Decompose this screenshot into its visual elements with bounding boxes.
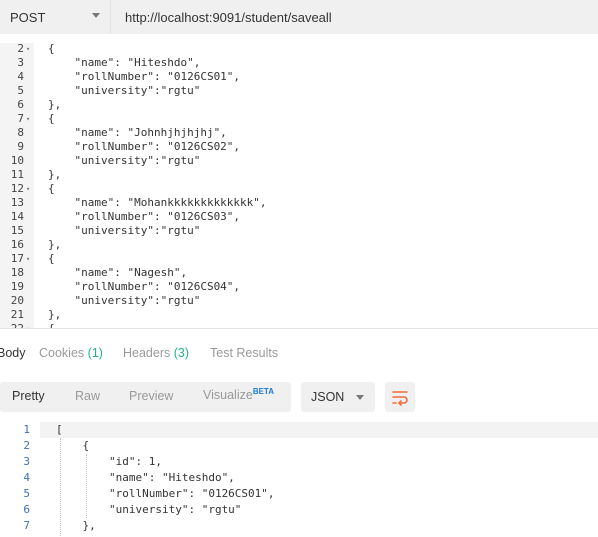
wrap-lines-icon bbox=[392, 391, 408, 406]
response-body[interactable]: 1 [2 {3 "id": 1, 4 "name": "Hiteshdo", 5 "r… bbox=[0, 420, 598, 537]
editor-line-number: 14 bbox=[10, 210, 24, 223]
editor-line-number: 12 bbox=[10, 182, 24, 195]
response-code-line: "rollNumber": "0126CS01", bbox=[56, 487, 275, 500]
response-line-number: 1 bbox=[23, 423, 30, 436]
editor-code-line: "rollNumber": "0126CS02", bbox=[48, 140, 241, 153]
editor-code-line: "name": "Nagesh", bbox=[48, 266, 188, 279]
editor-code-line: }, bbox=[48, 238, 62, 251]
editor-code-line: }, bbox=[48, 168, 62, 181]
response-code-line: "university": "rgtu" bbox=[56, 503, 242, 516]
editor-line-number: 18 bbox=[10, 266, 24, 279]
editor-code-line: "name": "Hiteshdo", bbox=[48, 56, 201, 69]
cookies-count: (1) bbox=[87, 346, 103, 360]
active-line-highlight bbox=[40, 422, 598, 438]
editor-code-line: "university":"rgtu" bbox=[48, 294, 201, 307]
tab-cookies-label: Cookies bbox=[39, 346, 85, 360]
editor-line-number: 20 bbox=[10, 294, 24, 307]
request-bar: POST http://localhost:9091/student/savea… bbox=[0, 0, 598, 34]
editor-code-line: { bbox=[48, 43, 55, 55]
beta-badge: BETA bbox=[252, 387, 274, 396]
request-body-editor[interactable]: 2 ▾{3 "name": "Hiteshdo", 4 "rollNumber": … bbox=[0, 43, 598, 328]
visualize-label: Visualize bbox=[203, 388, 253, 403]
fold-arrow-icon[interactable]: ▾ bbox=[26, 182, 30, 196]
response-code-line: { bbox=[56, 439, 90, 452]
editor-code-line: "name": "Johnhjhjhjhj", bbox=[48, 126, 227, 139]
view-preview-button[interactable]: Preview bbox=[129, 389, 173, 403]
editor-line-number: 3 bbox=[17, 56, 24, 69]
fold-arrow-icon[interactable]: ▾ bbox=[26, 112, 30, 126]
editor-line-number: 11 bbox=[10, 168, 24, 181]
editor-code-line: { bbox=[48, 182, 55, 195]
tab-body[interactable]: Body bbox=[0, 346, 26, 360]
editor-line-number: 5 bbox=[17, 84, 24, 97]
editor-lines: 2 ▾{3 "name": "Hiteshdo", 4 "rollNumber": … bbox=[0, 43, 598, 328]
tab-headers[interactable]: Headers (3) bbox=[123, 346, 189, 360]
response-line-number: 3 bbox=[23, 455, 30, 468]
chevron-down-icon bbox=[356, 395, 364, 400]
editor-line-number: 13 bbox=[10, 196, 24, 209]
editor-line-number: 21 bbox=[10, 308, 24, 321]
headers-count: (3) bbox=[173, 346, 190, 360]
response-code-line: }, bbox=[56, 519, 96, 532]
url-input[interactable]: http://localhost:9091/student/saveall bbox=[110, 0, 598, 34]
editor-line-number: 4 bbox=[17, 70, 24, 83]
editor-code-line: "rollNumber": "0126CS04", bbox=[48, 280, 241, 293]
editor-line-number: 8 bbox=[17, 126, 24, 139]
response-line-number: 6 bbox=[23, 503, 30, 516]
editor-line-number: 7 bbox=[17, 112, 24, 125]
editor-code-line: "university":"rgtu" bbox=[48, 84, 201, 97]
editor-code-line: "rollNumber": "0126CS03", bbox=[48, 210, 241, 223]
view-raw-button[interactable]: Raw bbox=[75, 389, 100, 403]
tab-cookies[interactable]: Cookies (1) bbox=[39, 346, 103, 360]
response-line-number: 5 bbox=[23, 487, 30, 500]
method-label: POST bbox=[10, 9, 46, 25]
tab-test-results[interactable]: Test Results bbox=[210, 346, 278, 360]
tab-headers-label: Headers bbox=[123, 346, 171, 360]
response-line-number: 7 bbox=[23, 519, 30, 532]
editor-line-number: 10 bbox=[10, 154, 24, 167]
chevron-down-icon bbox=[92, 13, 100, 18]
response-line-number: 2 bbox=[23, 439, 30, 452]
method-select[interactable]: POST bbox=[0, 0, 110, 34]
fold-arrow-icon[interactable]: ▾ bbox=[26, 252, 30, 266]
wrap-lines-button[interactable] bbox=[385, 382, 415, 412]
format-select[interactable]: JSON bbox=[301, 382, 375, 412]
editor-line-number: 15 bbox=[10, 224, 24, 237]
editor-code-line: }, bbox=[48, 308, 62, 321]
editor-line-number: 6 bbox=[17, 98, 24, 111]
editor-code-line: "rollNumber": "0126CS01", bbox=[48, 70, 241, 83]
editor-code-line: { bbox=[48, 252, 55, 265]
pane-divider[interactable] bbox=[0, 328, 598, 329]
view-pretty-button[interactable]: Pretty bbox=[12, 389, 45, 403]
editor-code-line: { bbox=[48, 112, 55, 125]
response-code-line: "name": "Hiteshdo", bbox=[56, 471, 235, 484]
editor-line-number: 19 bbox=[10, 280, 24, 293]
editor-code-line: "name": "Mohankkkkkkkkkkkkk", bbox=[48, 196, 267, 209]
editor-code-line: "university":"rgtu" bbox=[48, 224, 201, 237]
view-visualize-button[interactable]: VisualizeBETA bbox=[203, 387, 274, 402]
editor-code-line: }, bbox=[48, 98, 62, 111]
editor-line-number: 16 bbox=[10, 238, 24, 251]
response-code-line: "id": 1, bbox=[56, 455, 162, 468]
response-line-number: 4 bbox=[23, 471, 30, 484]
format-select-value: JSON bbox=[311, 390, 345, 404]
editor-line-number: 2 bbox=[17, 43, 24, 55]
editor-line-number: 17 bbox=[10, 252, 24, 265]
editor-line-number: 9 bbox=[17, 140, 24, 153]
response-code-line: [ bbox=[56, 423, 63, 436]
response-tabs: Body Cookies (1) Headers (3) Test Result… bbox=[0, 338, 598, 368]
editor-code-line: "university":"rgtu" bbox=[48, 154, 201, 167]
url-text: http://localhost:9091/student/saveall bbox=[125, 9, 332, 25]
fold-arrow-icon[interactable]: ▾ bbox=[26, 43, 30, 56]
